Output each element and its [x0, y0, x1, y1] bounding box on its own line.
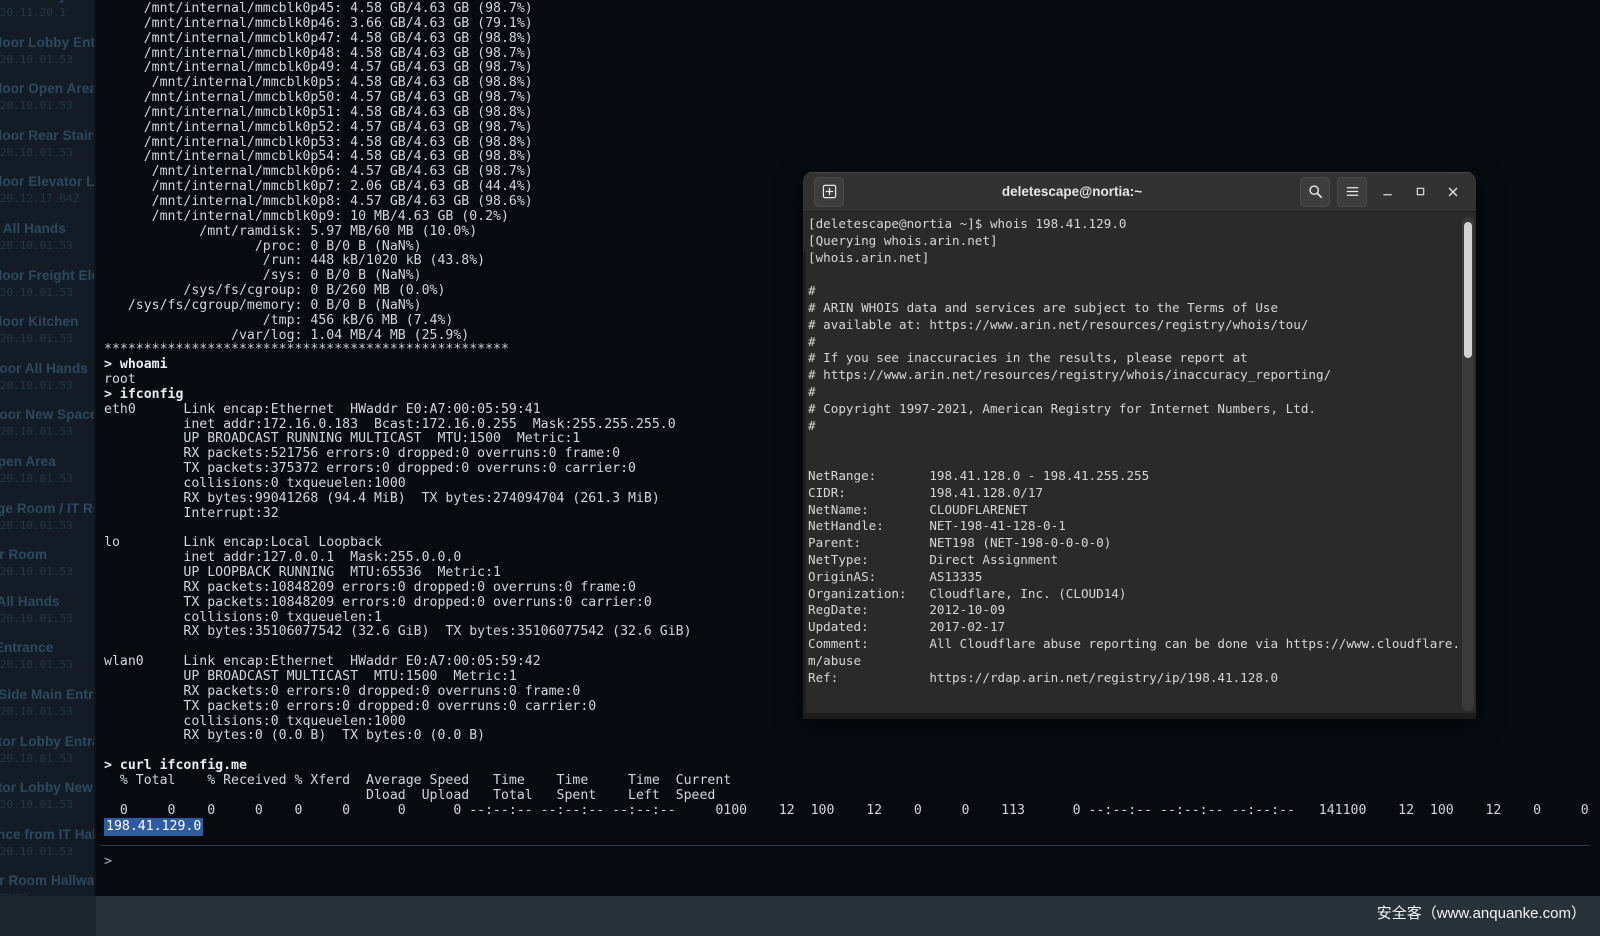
background-list-item[interactable]: East Entrance v2020.10.01.53 [0, 640, 96, 671]
background-list-item-label: Storage Room / IT Room [0, 501, 96, 516]
background-list-item-label: Elevator Lobby New [0, 780, 96, 795]
command-ifconfig: > ifconfig [104, 387, 183, 402]
hamburger-menu-icon[interactable] [1337, 177, 1367, 207]
console-divider [100, 845, 1590, 846]
titlebar-actions [1300, 177, 1466, 207]
background-list-item-version: v2020.10.01.53 [0, 425, 96, 438]
command-curl: > curl ifconfig.me [104, 758, 247, 773]
background-list-item[interactable]: 3rd Open Area v2020.10.01.53 [0, 454, 96, 485]
background-list-item-label: Server Room [0, 547, 96, 562]
background-list-item[interactable]: Elevator Lobby New v2020.10.01.53 [0, 780, 96, 811]
terminal-scrollbar[interactable] [1462, 217, 1474, 711]
maximize-button[interactable] [1407, 179, 1433, 205]
terminal-body[interactable]: [deletescape@nortia ~]$ whois 198.41.129… [803, 212, 1476, 719]
terminal-titlebar[interactable]: deletescape@nortia:~ [803, 172, 1476, 212]
curl-progress-output: % Total % Received % Xferd Average Speed… [104, 773, 1589, 818]
background-list-item-label: 2nd Floor Rear Stairs [0, 128, 96, 143]
background-list-item-version: v2020.11.20.1 [0, 6, 96, 19]
background-list-item[interactable]: 2nd Floor Rear Stairs v2020.10.01.53 [0, 128, 96, 159]
background-list-item-label: 2nd Floor Elevator Lobby [0, 174, 96, 189]
terminal-left-edge [803, 252, 806, 719]
terminal-inner: [deletescape@nortia ~]$ whois 198.41.129… [803, 212, 1476, 719]
background-list-item-version: v2020.10.01.53 [0, 519, 96, 532]
background-list-item-version: v2020.10.01.53 [0, 752, 96, 765]
ifconfig-output: eth0 Link encap:Ethernet HWaddr E0:A7:00… [104, 402, 692, 744]
background-list-item-version: v2020.10.01.53 [0, 286, 96, 299]
background-list-item-version: v2020.10.01.53 [0, 472, 96, 485]
terminal-window[interactable]: deletescape@nortia:~ [803, 172, 1476, 719]
background-list-item-label: 2nd Floor Open Area [0, 81, 96, 96]
terminal-screen[interactable]: [deletescape@nortia ~]$ whois 198.41.129… [806, 216, 1458, 709]
terminal-bottom-edge [803, 713, 1476, 719]
background-list-item-version: v2020.10.01.53 [0, 565, 96, 578]
background-list-item-version: v2020.10.01.53 [0, 379, 96, 392]
background-list-item[interactable]: 2nd Floor Freight Elevator v2020.10.01.53 [0, 268, 96, 299]
separator-stars: ****************************************… [104, 342, 509, 357]
background-list-item-label: 3rd Floor All Hands [0, 361, 96, 376]
whoami-result: root [104, 372, 136, 387]
bottom-status-bar-left [0, 896, 96, 936]
search-icon[interactable] [1300, 177, 1330, 207]
background-list-item-version: v2020.10.01.53 [0, 612, 96, 625]
disk-usage-log: /mnt/internal/mmcblk0p45: 4.58 GB/4.63 G… [104, 1, 533, 343]
background-list-item-version: v2020.10.01.53 [0, 658, 96, 671]
background-list-item[interactable]: 2nd Floor Open Area v2020.10.01.53 [0, 81, 96, 112]
background-list-item-label: 3rd IT All Hands [0, 221, 96, 236]
background-list-item-version: v2020.10.01.53 [0, 845, 96, 858]
background-sidebar-list[interactable]: 3rd Floor Lobby Door v2020.11.20.1 2nd Flo… [0, 0, 96, 900]
background-list-item-label: 3rd Floor Lobby Door [0, 0, 96, 3]
bottom-status-bar [0, 896, 1600, 936]
close-button[interactable] [1440, 179, 1466, 205]
background-list-item-label: West Side Main Entrance [0, 687, 96, 702]
console-input-prompt[interactable]: > [104, 854, 112, 869]
background-list-item[interactable]: Entrance from IT Hallway v2020.10.01.53 [0, 827, 96, 858]
selected-ip-text[interactable]: 198.41.129.0 [104, 818, 203, 836]
background-list-item-version: v2020.10.01.53 [0, 99, 96, 112]
background-list-item[interactable]: West Side Main Entrance v2020.10.01.53 [0, 687, 96, 718]
background-list-item-label: 2nd Floor Kitchen [0, 314, 96, 329]
background-list-item-version: v2020.10.01.53 [0, 239, 96, 252]
terminal-title: deletescape@nortia:~ [844, 184, 1300, 199]
background-list-item-label: 2nd Floor Lobby Entrance [0, 35, 96, 50]
background-list-item[interactable]: 3rd Floor New Space v2020.10.01.53 [0, 407, 96, 438]
background-list-item-label: Roof All Hands [0, 594, 96, 609]
background-list-item-label: 3rd Floor New Space [0, 407, 96, 422]
background-list-item-label: Entrance from IT Hallway [0, 827, 96, 842]
background-list-item-version: v2020.10.01.53 [0, 798, 96, 811]
background-list-item-label: 2nd Floor Freight Elevator [0, 268, 96, 283]
whois-output-text: [deletescape@nortia ~]$ whois 198.41.129… [808, 216, 1458, 686]
minimize-button[interactable] [1374, 179, 1400, 205]
background-list-item[interactable]: Elevator Lobby Entrance v2020.10.01.53 [0, 734, 96, 765]
background-list-item-label: East Entrance [0, 640, 96, 655]
background-list-item-label: 3rd Open Area [0, 454, 96, 469]
terminal-scrollbar-thumb[interactable] [1464, 222, 1472, 358]
background-list-item-version: v2020.10.01.53 [0, 53, 96, 66]
background-list-item[interactable]: 3rd Floor Lobby Door v2020.11.20.1 [0, 0, 96, 19]
background-list-item-label: Elevator Lobby Entrance [0, 734, 96, 749]
background-list-item-version: v2020.10.01.53 [0, 146, 96, 159]
background-list-item[interactable]: 2nd Floor Elevator Lobby v2020.12.17.642 [0, 174, 96, 205]
background-list-item-label: Server Room Hallway [0, 873, 96, 888]
background-list-item[interactable]: Storage Room / IT Room v2020.10.01.53 [0, 501, 96, 532]
command-whoami: > whoami [104, 357, 168, 372]
background-list-item[interactable]: Server Room v2020.10.01.53 [0, 547, 96, 578]
background-list-item[interactable]: 3rd IT All Hands v2020.10.01.53 [0, 221, 96, 252]
background-list-item-version: v2020.10.01.53 [0, 705, 96, 718]
background-list-item[interactable]: 3rd Floor All Hands v2020.10.01.53 [0, 361, 96, 392]
screen-root: 3rd Floor Lobby Door v2020.11.20.1 2nd Flo… [0, 0, 1600, 936]
watermark-text: 安全客（www.anquanke.com） [1377, 902, 1586, 923]
background-list-item[interactable]: 2nd Floor Lobby Entrance v2020.10.01.53 [0, 35, 96, 66]
new-tab-icon[interactable] [814, 177, 844, 207]
background-list-item-version: v2020.12.17.642 [0, 192, 96, 205]
background-list-item[interactable]: Roof All Hands v2020.10.01.53 [0, 594, 96, 625]
background-list-item-version: v2020.10.01.53 [0, 332, 96, 345]
background-list-item[interactable]: 2nd Floor Kitchen v2020.10.01.53 [0, 314, 96, 345]
